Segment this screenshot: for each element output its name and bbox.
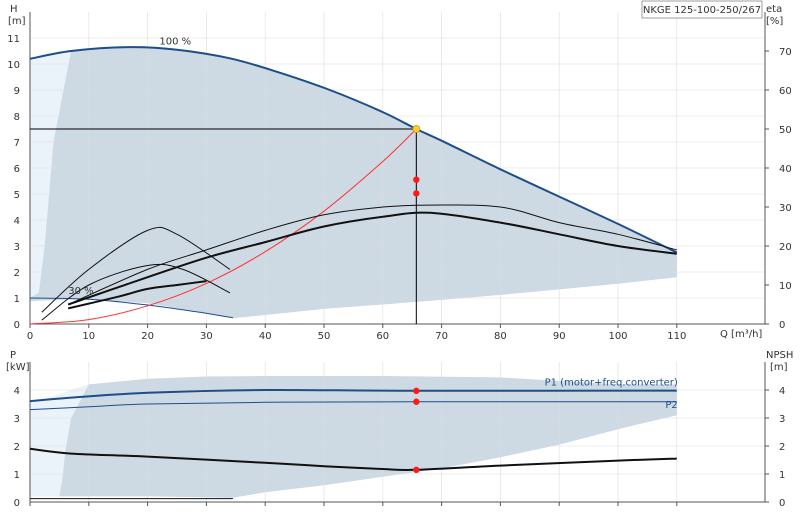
- curve-label-1: 30 %: [68, 286, 93, 297]
- top-y-tick-6: 6: [14, 164, 20, 175]
- eta-marker-0: [413, 176, 420, 183]
- top-y2-tick-1: 10: [779, 281, 792, 292]
- top-x-tick-4: 40: [259, 331, 272, 342]
- bottom-y2-tick-2: 2: [779, 442, 785, 453]
- top-x-tick-3: 30: [200, 331, 213, 342]
- top-y-tick-4: 4: [14, 216, 20, 227]
- eta-marker-1: [413, 190, 420, 197]
- top-x-tick-1: 10: [82, 331, 95, 342]
- top-y2-tick-7: 70: [779, 47, 792, 58]
- pump-curve-chart: 0 10 20 30 40 50 60 70 80 90 100 110012345678910110…: [6, 0, 793, 509]
- top-y-tick-11: 11: [7, 34, 20, 45]
- bottom-y2-tick-3: 3: [779, 414, 785, 425]
- bottom-y2-tick-4: 4: [779, 386, 785, 397]
- bottom-y2-unit: [m]: [770, 362, 788, 373]
- bottom-y2-tick-0: 0: [779, 498, 785, 509]
- top-y-tick-7: 7: [14, 138, 20, 149]
- curve-label-0: 100 %: [159, 37, 191, 48]
- bottom-y-tick-1: 1: [14, 470, 20, 481]
- top-y-tick-2: 2: [14, 268, 20, 279]
- bottom-y-label: P: [10, 350, 16, 361]
- duty-point-marker: [412, 125, 421, 133]
- top-x-tick-5: 50: [318, 331, 331, 342]
- top-y2-tick-4: 40: [779, 164, 792, 175]
- top-y2-tick-6: 60: [779, 86, 792, 97]
- top-y-label: H: [10, 4, 18, 15]
- bottom-series-label-1: P2: [665, 400, 677, 411]
- top-y-tick-10: 10: [7, 60, 20, 71]
- top-y-tick-9: 9: [14, 86, 20, 97]
- top-x-tick-0: 0: [27, 331, 33, 342]
- top-x-tick-11: 110: [667, 331, 686, 342]
- top-x-tick-7: 70: [435, 331, 448, 342]
- bottom-series-label-0: P1 (motor+freq.converter): [545, 378, 678, 389]
- top-y2-tick-0: 0: [779, 320, 785, 331]
- top-x-tick-2: 20: [141, 331, 154, 342]
- chart-title: NKGE 125-100-250/267: [643, 5, 761, 16]
- bottom-marker-2: [413, 466, 420, 473]
- top-y-tick-0: 0: [14, 320, 20, 331]
- top-y2-tick-3: 30: [779, 203, 792, 214]
- bottom-y-tick-0: 0: [14, 498, 20, 509]
- top-y2-label: eta: [766, 4, 782, 15]
- top-x-tick-9: 90: [553, 331, 566, 342]
- top-y-unit: [m]: [8, 16, 26, 27]
- top-y-tick-3: 3: [14, 242, 20, 253]
- bottom-y-tick-2: 2: [14, 442, 20, 453]
- top-y-tick-1: 1: [14, 294, 20, 305]
- top-y-tick-8: 8: [14, 112, 20, 123]
- top-y2-unit: [%]: [766, 16, 783, 27]
- top-y2-tick-2: 20: [779, 242, 792, 253]
- top-x-tick-6: 60: [376, 331, 389, 342]
- bottom-marker-0: [413, 387, 420, 395]
- top-x-label: Q [m³/h]: [720, 329, 762, 340]
- bottom-y2-tick-1: 1: [779, 470, 785, 481]
- top-y-tick-5: 5: [14, 190, 20, 201]
- top-y2-tick-5: 50: [779, 125, 792, 136]
- bottom-y-tick-4: 4: [14, 386, 20, 397]
- bottom-marker-1: [413, 398, 420, 405]
- bottom-y-tick-3: 3: [14, 414, 20, 425]
- bottom-y-unit: [kW]: [6, 362, 30, 373]
- bottom-y2-label: NPSH: [766, 350, 793, 361]
- top-x-tick-8: 80: [494, 331, 507, 342]
- top-x-tick-10: 100: [608, 331, 627, 342]
